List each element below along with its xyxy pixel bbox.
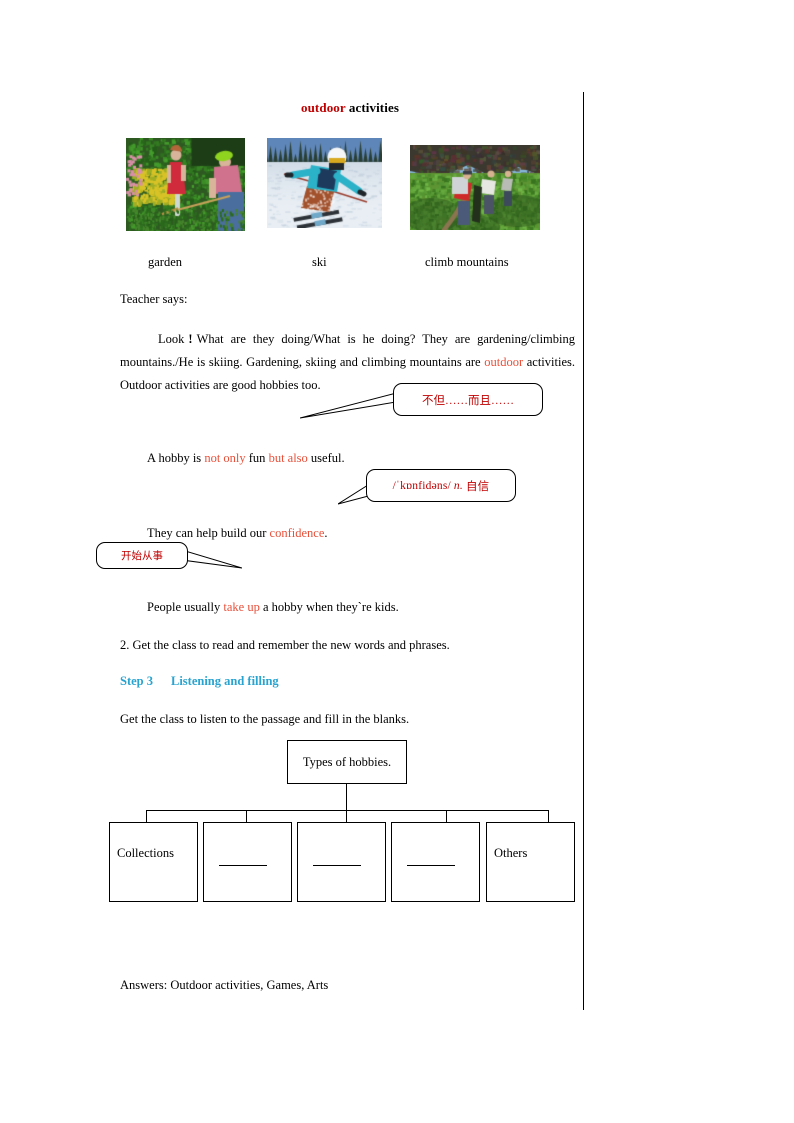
confidence-post: . <box>324 526 328 540</box>
caption-garden: garden <box>148 255 183 269</box>
hobby-post: useful. <box>307 451 345 465</box>
diagram-leaf-others: Others <box>486 822 575 902</box>
takeup-post: a hobby when they`re kids. <box>259 600 399 614</box>
blank-underline-3 <box>407 865 455 866</box>
gardening-photo <box>126 138 245 231</box>
not-only-note-text: 不但……而且…… <box>422 394 514 407</box>
phrase-take-up: take up <box>223 600 260 614</box>
diagram-leaf-row: Collections Others <box>108 822 578 902</box>
step-3-heading: Step 3 Listening and filling <box>120 674 279 689</box>
diagram-root-label: Types of hobbies. <box>302 754 392 769</box>
sentence-build-confidence: They can help build our confidence. <box>147 526 328 541</box>
word-confidence: confidence <box>269 526 325 540</box>
diagram-leaf-collections: Collections <box>109 822 198 902</box>
teacher-says-label: Teacher says: <box>120 292 188 306</box>
diagram-leaf-blank-3[interactable] <box>391 822 480 902</box>
take-up-callout-tail <box>181 549 242 569</box>
answers-line: Answers: Outdoor activities, Games, Arts <box>120 978 329 992</box>
diagram-root-node: Types of hobbies. <box>287 740 407 784</box>
listening-instruction: Get the class to listen to the passage a… <box>120 712 410 726</box>
caption-climb-mountains: climb mountains <box>425 255 509 269</box>
diagram-leaf-blank-2[interactable] <box>297 822 386 902</box>
phrase-but-also: but also <box>268 451 308 465</box>
step-3-title: Listening and filling <box>171 674 279 688</box>
diagram-drop-1 <box>146 810 147 822</box>
document-page: outdoor activities garden ski climb moun… <box>0 0 794 1123</box>
mountain-climbing-photo <box>410 145 540 230</box>
confidence-pronunciation-note: /ˈkɒnfidəns/n. 自信 <box>366 469 516 502</box>
not-only-but-also-note: 不但……而且…… <box>393 383 543 416</box>
diagram-drop-5 <box>548 810 549 822</box>
hobby-mid: fun <box>245 451 269 465</box>
title-rest: activities <box>345 100 399 115</box>
takeup-pre: People usually <box>147 600 224 614</box>
sentence-take-up-hobby: People usually take up a hobby when they… <box>147 600 399 615</box>
photo-strip <box>120 138 580 234</box>
right-margin-rule <box>583 92 584 1010</box>
confidence-pre: They can help build our <box>147 526 270 540</box>
phrase-not-only: not only <box>204 451 246 465</box>
diagram-root-stem <box>346 784 347 810</box>
hobby-pre: A hobby is <box>147 451 205 465</box>
sentence-hobby-not-only: A hobby is not only fun but also useful. <box>147 451 345 466</box>
numbered-item-2: 2. Get the class to read and remember th… <box>120 638 450 652</box>
para-exclamation: ! <box>188 332 193 346</box>
diagram-drop-4 <box>446 810 447 822</box>
confidence-meaning: 自信 <box>465 480 490 493</box>
page-title: outdoor activities <box>120 100 580 116</box>
caption-ski: ski <box>312 255 327 269</box>
diagram-drop-3 <box>346 810 347 822</box>
confidence-part-of-speech: n. <box>453 479 463 492</box>
diagram-leaf-blank-1[interactable] <box>203 822 292 902</box>
blank-underline-2 <box>313 865 361 866</box>
diagram-horizontal-bus <box>146 810 548 811</box>
blank-underline-1 <box>219 865 267 866</box>
step-3-label: Step 3 <box>120 674 153 688</box>
leaf-label-others: Others <box>494 846 528 860</box>
diagram-drop-2 <box>246 810 247 822</box>
take-up-note-text: 开始从事 <box>121 551 163 562</box>
hobby-types-diagram: Types of hobbies. Collections Others <box>108 740 578 910</box>
confidence-ipa: /ˈkɒnfidəns/ <box>392 479 451 492</box>
title-highlight-word: outdoor <box>301 100 346 115</box>
skiing-photo <box>267 138 382 228</box>
photo-captions: garden ski climb mountains <box>120 255 580 273</box>
para-seg-1: Look <box>158 332 185 346</box>
leaf-label-collections: Collections <box>117 846 174 860</box>
para-outdoor-highlight: outdoor <box>484 355 524 369</box>
take-up-note: 开始从事 <box>96 542 188 569</box>
